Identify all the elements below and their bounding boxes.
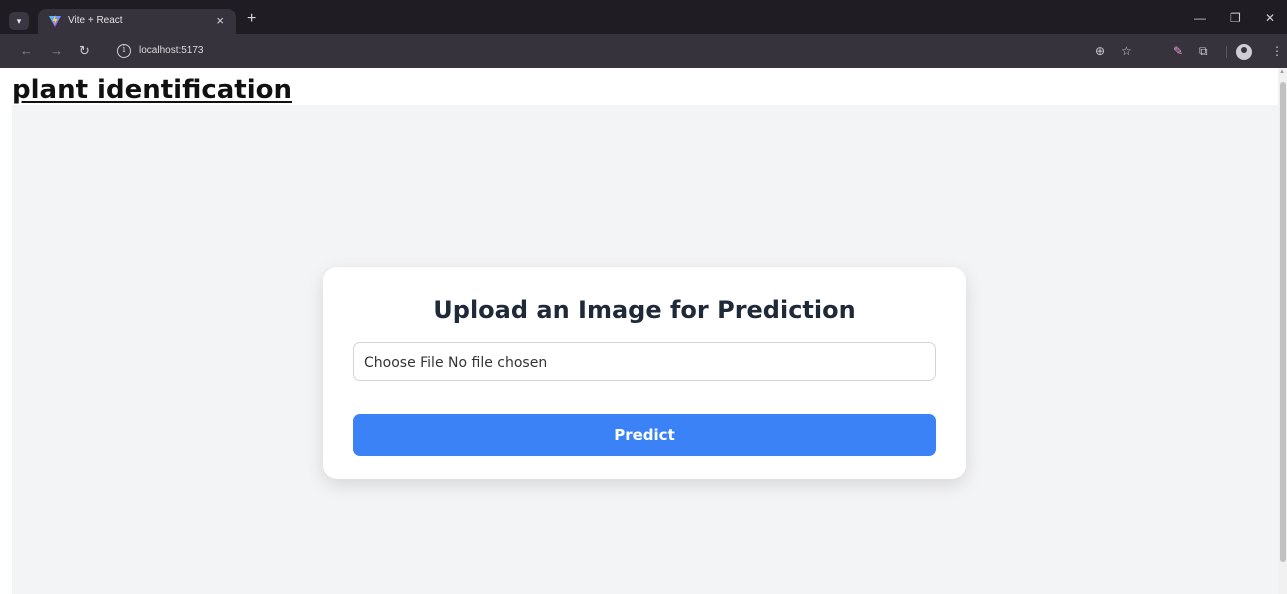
extension-pen-icon[interactable]: ✎ <box>1173 44 1183 58</box>
forward-icon[interactable]: → <box>50 43 63 59</box>
card-heading: Upload an Image for Prediction <box>433 296 856 324</box>
predict-button[interactable]: Predict <box>353 414 936 456</box>
new-tab-icon[interactable]: + <box>247 10 256 28</box>
close-window-icon[interactable]: ✕ <box>1265 11 1275 25</box>
tab-title: Vite + React <box>68 15 123 26</box>
vite-favicon-icon <box>49 15 61 27</box>
back-icon[interactable]: ← <box>20 43 33 59</box>
restore-icon[interactable]: ❐ <box>1230 11 1241 25</box>
toolbar-divider <box>1226 46 1227 58</box>
browser-tab[interactable]: Vite + React × <box>38 9 236 34</box>
tab-strip: ▾ Vite + React × + — ❐ ✕ <box>0 0 1287 34</box>
browser-window: ▾ Vite + React × + — ❐ ✕ ← → ↻ i localho… <box>0 0 1287 594</box>
bookmark-star-icon[interactable]: ☆ <box>1121 44 1132 58</box>
scrollbar-thumb[interactable] <box>1280 82 1286 562</box>
upload-card: Upload an Image for Prediction Choose Fi… <box>323 267 966 479</box>
page-title: plant identification <box>12 75 293 105</box>
file-input[interactable]: Choose File No file chosen <box>353 342 936 381</box>
reload-icon[interactable]: ↻ <box>79 43 90 59</box>
file-input-text[interactable]: Choose File No file chosen <box>364 355 547 371</box>
url-text[interactable]: localhost:5173 <box>139 45 204 56</box>
tab-close-icon[interactable]: × <box>216 13 224 29</box>
zoom-icon[interactable]: ⊕ <box>1095 44 1105 58</box>
profile-icon[interactable] <box>1236 44 1252 60</box>
address-bar[interactable]: i localhost:5173 <box>108 40 1148 62</box>
site-info-icon[interactable]: i <box>117 44 131 58</box>
scroll-up-arrow-icon[interactable]: ▲ <box>1279 69 1285 75</box>
app-container: Upload an Image for Prediction Choose Fi… <box>12 105 1278 594</box>
extensions-icon[interactable]: ⧉ <box>1199 44 1208 58</box>
browser-toolbar: ← → ↻ i localhost:5173 ⊕ ☆ ✎ ⧉ ⋮ <box>0 34 1287 68</box>
page-viewport: Upload an Image for Prediction Choose Fi… <box>0 68 1287 594</box>
menu-dots-icon[interactable]: ⋮ <box>1271 44 1283 58</box>
tab-search-chevron-icon[interactable]: ▾ <box>9 12 29 30</box>
minimize-icon[interactable]: — <box>1194 11 1206 25</box>
